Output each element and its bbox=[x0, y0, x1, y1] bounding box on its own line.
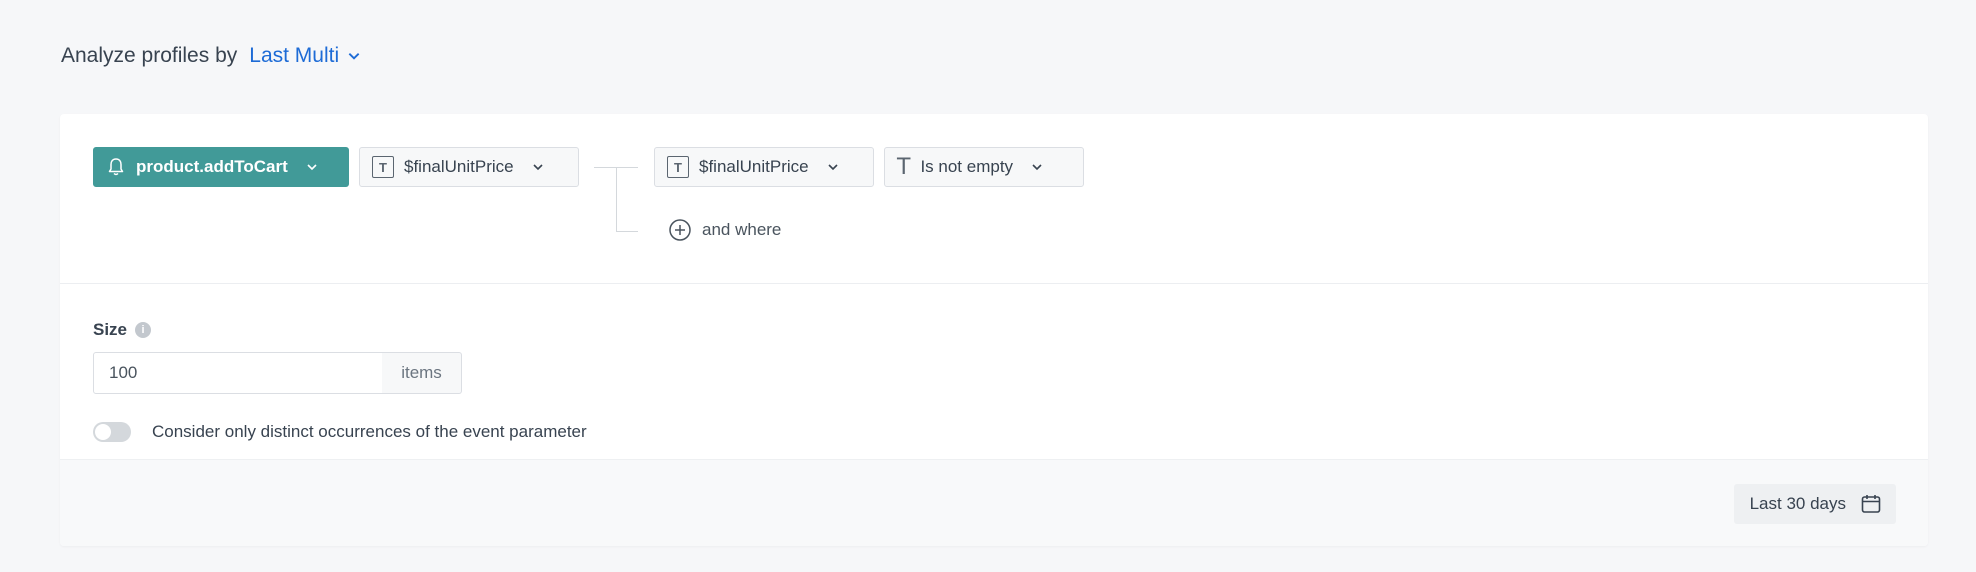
size-label: Size i bbox=[93, 320, 152, 340]
analysis-mode-dropdown[interactable]: Last Multi bbox=[249, 44, 361, 68]
distinct-occurrences-label: Consider only distinct occurrences of th… bbox=[152, 422, 587, 441]
condition-parameter-selector[interactable]: T $finalUnitPrice bbox=[654, 147, 874, 187]
size-label-text: Size bbox=[93, 320, 128, 339]
analysis-mode-label: Last Multi bbox=[249, 44, 340, 67]
add-condition-label: and where bbox=[702, 220, 782, 239]
tree-connector bbox=[616, 167, 617, 232]
chevron-down-icon bbox=[307, 164, 317, 171]
operator-label: Is not empty bbox=[920, 157, 1014, 176]
page-title: Analyze profiles by bbox=[61, 44, 238, 67]
toggle-knob bbox=[95, 424, 111, 440]
operator-selector[interactable]: T Is not empty bbox=[884, 147, 1084, 187]
analysis-card: product.addToCart T $finalUnitPrice T $f… bbox=[60, 114, 1928, 546]
text-type-icon: T bbox=[897, 154, 911, 180]
event-selector[interactable]: product.addToCart bbox=[93, 147, 349, 187]
text-type-icon: T bbox=[667, 156, 689, 178]
chevron-down-icon bbox=[533, 164, 543, 171]
condition-parameter-name: $finalUnitPrice bbox=[699, 157, 809, 176]
chevron-down-icon bbox=[348, 53, 360, 60]
event-parameter-name: $finalUnitPrice bbox=[404, 157, 514, 176]
size-unit: items bbox=[382, 352, 462, 394]
page-header: Analyze profiles by Last Multi bbox=[61, 44, 361, 68]
add-condition-button[interactable]: and where bbox=[668, 218, 781, 242]
event-parameter-selector[interactable]: T $finalUnitPrice bbox=[359, 147, 579, 187]
text-type-icon: T bbox=[372, 156, 394, 178]
chevron-down-icon bbox=[1032, 164, 1042, 171]
bell-icon bbox=[108, 158, 124, 176]
card-footer: Last 30 days bbox=[60, 459, 1928, 546]
info-icon[interactable]: i bbox=[135, 322, 152, 338]
distinct-occurrences-toggle[interactable] bbox=[93, 422, 131, 442]
event-name: product.addToCart bbox=[136, 157, 288, 176]
tree-connector bbox=[616, 231, 638, 232]
size-input[interactable] bbox=[93, 352, 383, 394]
section-divider bbox=[60, 283, 1928, 284]
calendar-icon bbox=[1861, 495, 1881, 513]
date-range-button[interactable]: Last 30 days bbox=[1733, 484, 1896, 524]
chevron-down-icon bbox=[828, 164, 838, 171]
date-range-label: Last 30 days bbox=[1749, 494, 1846, 513]
plus-circle-icon bbox=[669, 219, 691, 241]
